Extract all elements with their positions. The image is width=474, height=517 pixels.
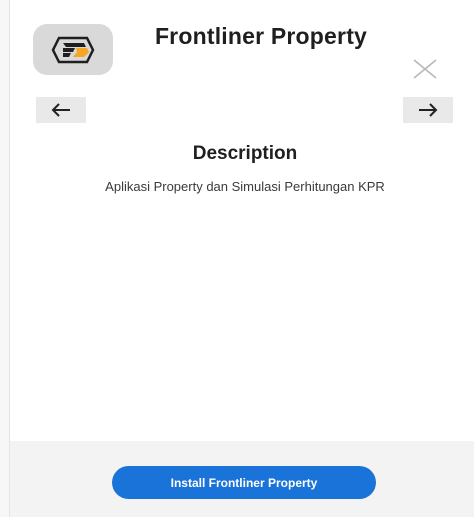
frontliner-logo-icon — [51, 36, 95, 63]
left-border — [0, 0, 10, 517]
description-text: Aplikasi Property dan Simulasi Perhitung… — [105, 179, 385, 194]
app-icon — [33, 24, 113, 75]
arrow-right-icon — [419, 103, 438, 117]
description-heading: Description — [192, 143, 298, 164]
arrow-left-icon — [51, 103, 70, 117]
app-title: Frontliner Property — [154, 23, 368, 49]
install-button[interactable]: Install Frontliner Property — [112, 466, 376, 499]
close-button[interactable] — [409, 55, 441, 83]
next-button[interactable] — [403, 97, 453, 123]
close-icon — [413, 59, 437, 79]
previous-button[interactable] — [36, 97, 86, 123]
